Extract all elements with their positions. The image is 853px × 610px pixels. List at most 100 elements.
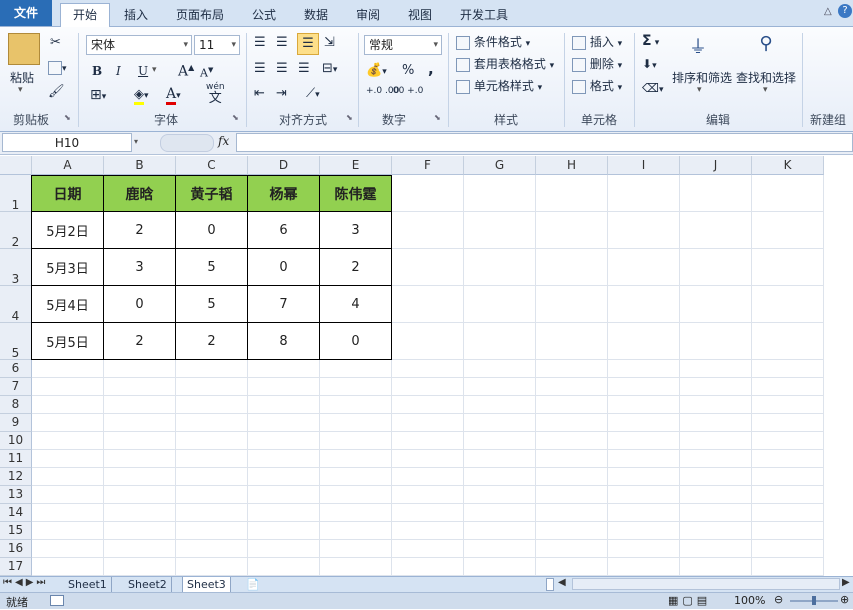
grid-cell[interactable]: [176, 360, 248, 378]
grid-cell[interactable]: [32, 468, 104, 486]
grid-cell[interactable]: [176, 432, 248, 450]
help-icon[interactable]: ?: [838, 4, 852, 18]
table-cell[interactable]: 2: [103, 211, 176, 249]
grid-cell[interactable]: [248, 396, 320, 414]
table-cell[interactable]: 5月4日: [31, 285, 104, 323]
grid-cell[interactable]: [176, 396, 248, 414]
paste-dropdown-icon[interactable]: ▾: [18, 85, 23, 95]
grid-cell[interactable]: [536, 286, 608, 323]
percent-button[interactable]: %: [402, 63, 414, 78]
grid-cell[interactable]: [176, 378, 248, 396]
table-cell[interactable]: 2: [319, 248, 392, 286]
grid-cell[interactable]: [248, 378, 320, 396]
grid-cell[interactable]: [680, 378, 752, 396]
grid-cell[interactable]: [464, 450, 536, 468]
row-header[interactable]: 1: [0, 175, 32, 212]
grid-cell[interactable]: [32, 414, 104, 432]
grid-cell[interactable]: [680, 558, 752, 576]
grid-cell[interactable]: [392, 414, 464, 432]
row-header[interactable]: 10: [0, 432, 32, 450]
grid-cell[interactable]: [392, 360, 464, 378]
grid-cell[interactable]: [680, 504, 752, 522]
grid-cell[interactable]: [248, 486, 320, 504]
grid-cell[interactable]: [608, 396, 680, 414]
grid-cell[interactable]: [752, 468, 824, 486]
grid-cell[interactable]: [608, 286, 680, 323]
grid-cell[interactable]: [464, 522, 536, 540]
formula-input[interactable]: [236, 133, 853, 152]
tab-home[interactable]: 开始: [60, 3, 110, 27]
grid-cell[interactable]: [248, 360, 320, 378]
bold-button[interactable]: B: [92, 64, 102, 78]
cell-styles-button[interactable]: 单元格样式 ▾: [456, 77, 542, 94]
grid-cell[interactable]: [608, 175, 680, 212]
grid-cell[interactable]: [680, 360, 752, 378]
grid-cell[interactable]: [176, 558, 248, 576]
chevron-down-icon[interactable]: ▾: [134, 137, 138, 146]
grid-cell[interactable]: [32, 450, 104, 468]
chevron-down-icon[interactable]: ▾: [697, 85, 702, 95]
grid-cell[interactable]: [680, 286, 752, 323]
table-cell[interactable]: 0: [247, 248, 320, 286]
tab-insert[interactable]: 插入: [114, 4, 158, 26]
number-format-combo[interactable]: 常规 ▾: [364, 35, 442, 55]
grid-cell[interactable]: [176, 504, 248, 522]
decrease-indent-icon[interactable]: ⇤: [254, 86, 265, 101]
grid-cell[interactable]: [608, 414, 680, 432]
insert-sheet-icon[interactable]: 📄: [246, 578, 260, 591]
merge-center-icon[interactable]: ⊟▾: [322, 61, 337, 76]
align-center-icon[interactable]: ☰: [276, 61, 288, 76]
grid-cell[interactable]: [248, 432, 320, 450]
grid-cell[interactable]: [32, 378, 104, 396]
grid-cell[interactable]: [464, 486, 536, 504]
row-header[interactable]: 13: [0, 486, 32, 504]
sheet-tab-sheet3[interactable]: Sheet3: [182, 577, 231, 592]
grid-cell[interactable]: [752, 414, 824, 432]
tab-developer[interactable]: 开发工具: [450, 4, 518, 26]
underline-dropdown-icon[interactable]: ▾: [152, 65, 157, 75]
clear-icon[interactable]: ⌫▾: [642, 81, 664, 95]
shrink-font-button[interactable]: A▼: [200, 66, 213, 80]
grid-cell[interactable]: [320, 360, 392, 378]
grid-cell[interactable]: [680, 450, 752, 468]
grid-cell[interactable]: [680, 540, 752, 558]
grid-cell[interactable]: [464, 212, 536, 249]
chevron-down-icon[interactable]: ▾: [763, 85, 768, 95]
grid-cell[interactable]: [608, 378, 680, 396]
grid-cell[interactable]: [104, 450, 176, 468]
grid-cell[interactable]: [752, 212, 824, 249]
grid-cell[interactable]: [464, 468, 536, 486]
row-header[interactable]: 9: [0, 414, 32, 432]
formula-bar-splitter[interactable]: [160, 134, 214, 152]
grid-cell[interactable]: [608, 249, 680, 286]
currency-icon[interactable]: 💰▾: [366, 63, 387, 78]
grid-cell[interactable]: [176, 450, 248, 468]
grid-cell[interactable]: [536, 249, 608, 286]
horizontal-scrollbar[interactable]: [572, 578, 840, 590]
row-header[interactable]: 3: [0, 249, 32, 286]
tab-split-handle[interactable]: [546, 578, 554, 591]
sheet-tab-sheet2[interactable]: Sheet2: [124, 577, 172, 592]
grid-cell[interactable]: [32, 360, 104, 378]
grid-cell[interactable]: [536, 504, 608, 522]
grid-cell[interactable]: [104, 414, 176, 432]
grid-cell[interactable]: [392, 323, 464, 360]
table-cell[interactable]: 3: [103, 248, 176, 286]
table-cell[interactable]: 5: [175, 285, 248, 323]
grid-cell[interactable]: [752, 378, 824, 396]
align-middle-icon[interactable]: ☰: [276, 35, 288, 50]
underline-button[interactable]: U: [138, 64, 148, 78]
table-cell[interactable]: 5月3日: [31, 248, 104, 286]
column-header[interactable]: G: [464, 156, 536, 175]
grid-cell[interactable]: [464, 360, 536, 378]
grid-cell[interactable]: [32, 486, 104, 504]
dialog-launcher-icon[interactable]: ⬊: [346, 113, 353, 122]
table-cell[interactable]: 2: [103, 322, 176, 360]
grid-cell[interactable]: [752, 360, 824, 378]
autosum-button[interactable]: Σ ▾: [642, 33, 659, 49]
align-bottom-icon[interactable]: ☰: [297, 33, 319, 55]
name-box[interactable]: H10: [2, 133, 132, 152]
grid-cell[interactable]: [320, 540, 392, 558]
grid-cell[interactable]: [536, 486, 608, 504]
sheet-nav-arrows-icon[interactable]: ⏮◀▶⏭: [3, 577, 48, 588]
